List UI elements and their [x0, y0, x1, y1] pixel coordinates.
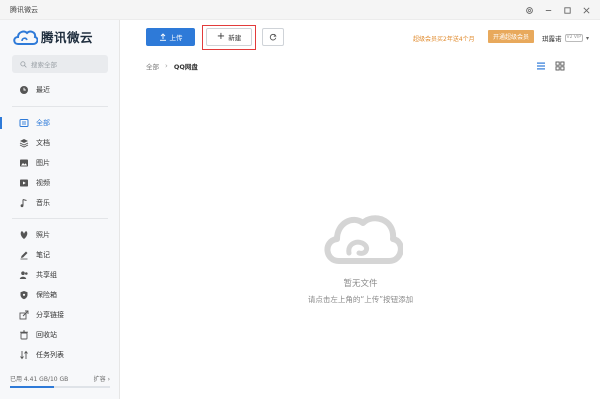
upload-button[interactable]: 上传 [146, 28, 195, 46]
image-icon [19, 158, 29, 168]
pen-icon [19, 250, 29, 260]
sidebar-item-docs[interactable]: 文档 [0, 134, 119, 152]
sidebar-item-label: 文档 [36, 139, 50, 147]
app-logo: 腾讯微云 [12, 27, 93, 46]
sidebar-item-notes[interactable]: 笔记 [0, 246, 119, 264]
user-name: 琪露诺 [542, 35, 562, 43]
open-vip-button[interactable]: 开通超级会员 [488, 30, 534, 43]
sidebar-item-images[interactable]: 图片 [0, 154, 119, 172]
clock-icon [19, 85, 29, 95]
sidebar-item-videos[interactable]: 视频 [0, 174, 119, 192]
sidebar-item-vault[interactable]: 保险箱 [0, 286, 119, 304]
upload-label: 上传 [169, 34, 183, 42]
minimize-icon[interactable] [541, 3, 556, 17]
caret-down-icon: ▾ [586, 34, 590, 42]
storage-bar [10, 386, 110, 388]
sidebar-item-shared-group[interactable]: 共享组 [0, 266, 119, 284]
breadcrumb-current: QQ网盘 [173, 63, 198, 71]
sidebar-item-label: 保险箱 [36, 291, 57, 299]
logo-text: 腾讯微云 [41, 30, 94, 45]
shield-icon [19, 290, 29, 300]
chevron-right-icon: › [165, 62, 168, 70]
sidebar-item-label: 笔记 [36, 251, 50, 259]
empty-state: 暂无文件 请点击左上角的“上传”按钮添加 [121, 205, 600, 305]
sidebar-item-label: 共享组 [36, 271, 57, 279]
sidebar-item-label: 回收站 [36, 331, 57, 339]
sidebar-item-label: 最近 [36, 86, 50, 94]
divider [12, 218, 108, 219]
grid-view-icon[interactable] [555, 61, 565, 71]
window-title: 腾讯微云 [10, 6, 38, 14]
leaf-icon [19, 230, 29, 240]
toolbar: 上传 + 新建 超级会员买2年送4个月 开通超级会员 琪露诺 V2 VIP ▾ [121, 20, 600, 54]
sidebar-item-label: 视频 [36, 179, 50, 187]
transfer-icon [19, 350, 29, 360]
group-icon [19, 270, 29, 280]
empty-hint: 请点击左上角的“上传”按钮添加 [307, 295, 414, 304]
search-placeholder: 搜索全部 [31, 61, 57, 69]
sidebar: 腾讯微云 搜索全部 最近 全部 文档 图片 视频 音乐 照片 笔记 共享组 保险… [0, 20, 120, 399]
expand-storage-link[interactable]: 扩容 › [94, 374, 110, 383]
divider [12, 106, 108, 107]
title-bar: 腾讯微云 [0, 0, 600, 20]
window-controls [522, 3, 594, 17]
sidebar-item-label: 分享链接 [36, 311, 64, 319]
music-icon [19, 198, 29, 208]
settings-icon[interactable] [522, 3, 537, 17]
folder-icon [19, 118, 29, 128]
sidebar-item-music[interactable]: 音乐 [0, 194, 119, 212]
sidebar-item-share-links[interactable]: 分享链接 [0, 306, 119, 324]
breadcrumb-bar: 全部 › QQ网盘 [121, 56, 600, 76]
empty-title: 暂无文件 [343, 279, 378, 289]
sidebar-item-photos[interactable]: 照片 [0, 226, 119, 244]
layers-icon [19, 138, 29, 148]
user-menu[interactable]: 琪露诺 V2 VIP ▾ [542, 33, 589, 43]
storage-usage: 已用 4.41 GB/10 GB 扩容 › [10, 374, 110, 388]
video-icon [19, 178, 29, 188]
breadcrumb-root[interactable]: 全部 [146, 61, 159, 71]
highlight-annotation [202, 25, 256, 50]
refresh-button[interactable] [262, 28, 284, 46]
sidebar-item-label: 任务列表 [36, 351, 64, 359]
sidebar-item-label: 音乐 [36, 199, 50, 207]
search-input[interactable]: 搜索全部 [12, 55, 108, 73]
storage-used-text: 已用 4.41 GB/10 GB [10, 376, 69, 383]
list-view-icon[interactable] [536, 61, 546, 71]
sidebar-item-tasks[interactable]: 任务列表 [0, 346, 119, 364]
vip-promo-text[interactable]: 超级会员买2年送4个月 [413, 34, 475, 43]
sidebar-item-label: 图片 [36, 159, 50, 167]
maximize-icon[interactable] [560, 3, 575, 17]
storage-bar-fill [10, 386, 55, 388]
close-icon[interactable] [579, 3, 594, 17]
search-icon [20, 60, 27, 68]
vip-badge: V2 VIP [564, 34, 583, 42]
share-icon [19, 310, 29, 320]
empty-cloud-icon [324, 215, 403, 264]
cloud-logo-icon [13, 30, 38, 45]
breadcrumb: 全部 › QQ网盘 [146, 61, 198, 71]
sidebar-item-label: 照片 [36, 231, 50, 239]
sidebar-item-label: 全部 [36, 119, 50, 127]
sidebar-item-all[interactable]: 全部 [0, 114, 119, 132]
sidebar-item-recycle[interactable]: 回收站 [0, 326, 119, 344]
refresh-icon [269, 33, 277, 41]
trash-icon [19, 330, 29, 340]
sidebar-item-recent[interactable]: 最近 [0, 81, 119, 99]
upload-icon [159, 33, 166, 41]
